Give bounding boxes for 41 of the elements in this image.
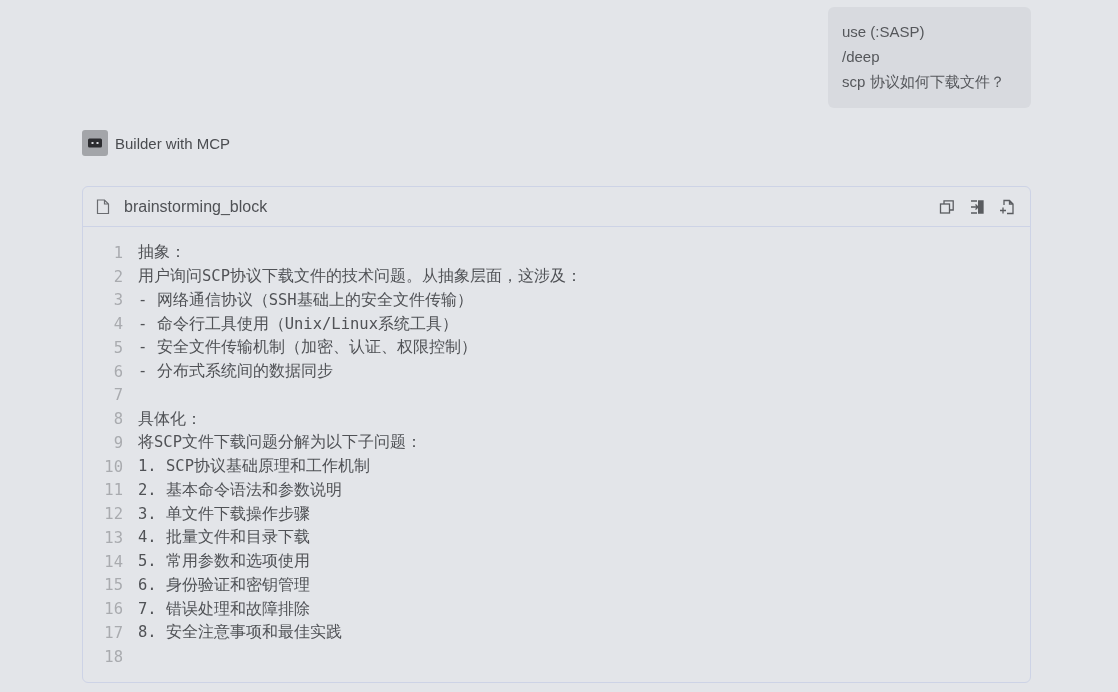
line-number: 16 xyxy=(103,600,123,619)
line-number: 3 xyxy=(112,291,123,310)
line-number: 4 xyxy=(112,315,123,334)
code-line: 用户询问SCP协议下载文件的技术问题。从抽象层面，这涉及： xyxy=(138,266,582,288)
code-line: 6. 身份验证和密钥管理 xyxy=(138,574,310,596)
code-line: 5. 常用参数和选项使用 xyxy=(138,551,310,573)
file-name: brainstorming_block xyxy=(124,197,268,216)
message-text: use (:SASP) xyxy=(842,22,926,42)
code-line: 3. 单文件下载操作步骤 xyxy=(138,503,310,525)
code-line: 具体化： xyxy=(138,408,202,430)
line-number: 15 xyxy=(103,576,123,595)
code-line: 2. 基本命令语法和参数说明 xyxy=(138,479,342,501)
code-line: 抽象： xyxy=(138,242,186,264)
line-number: 2 xyxy=(112,267,123,286)
agent-name: Builder with MCP xyxy=(115,134,231,152)
line-number: 8 xyxy=(112,410,123,429)
line-number: 7 xyxy=(112,386,123,405)
code-line: 7. 错误处理和故障排除 xyxy=(138,598,310,620)
code-line: 4. 批量文件和目录下载 xyxy=(138,527,310,549)
file-icon xyxy=(96,198,110,215)
robot-avatar-icon xyxy=(82,130,108,156)
message-text: scp 协议如何下载文件？ xyxy=(842,72,1006,92)
line-number: 11 xyxy=(103,481,123,500)
line-number: 5 xyxy=(112,338,123,357)
code-line: 将SCP文件下载问题分解为以下子问题： xyxy=(138,432,422,454)
line-number: 17 xyxy=(103,623,123,642)
line-number: 14 xyxy=(103,552,123,571)
line-number: 10 xyxy=(103,457,123,476)
line-number: 9 xyxy=(112,433,123,452)
code-line: 8. 安全注意事项和最佳实践 xyxy=(138,622,342,644)
message-text: /deep xyxy=(842,47,881,67)
line-number: 18 xyxy=(103,647,123,666)
line-number: 1 xyxy=(112,243,123,262)
line-number: 6 xyxy=(112,362,123,381)
line-number: 13 xyxy=(103,528,123,547)
code-line: 1. SCP协议基础原理和工作机制 xyxy=(138,456,370,478)
code-line: - 网络通信协议（SSH基础上的安全文件传输） xyxy=(138,289,473,311)
code-line: - 安全文件传输机制（加密、认证、权限控制） xyxy=(138,337,477,359)
code-line: - 命令行工具使用（Unix/Linux系统工具） xyxy=(138,313,458,335)
line-number: 12 xyxy=(103,505,123,524)
code-line: - 分布式系统间的数据同步 xyxy=(138,361,333,383)
